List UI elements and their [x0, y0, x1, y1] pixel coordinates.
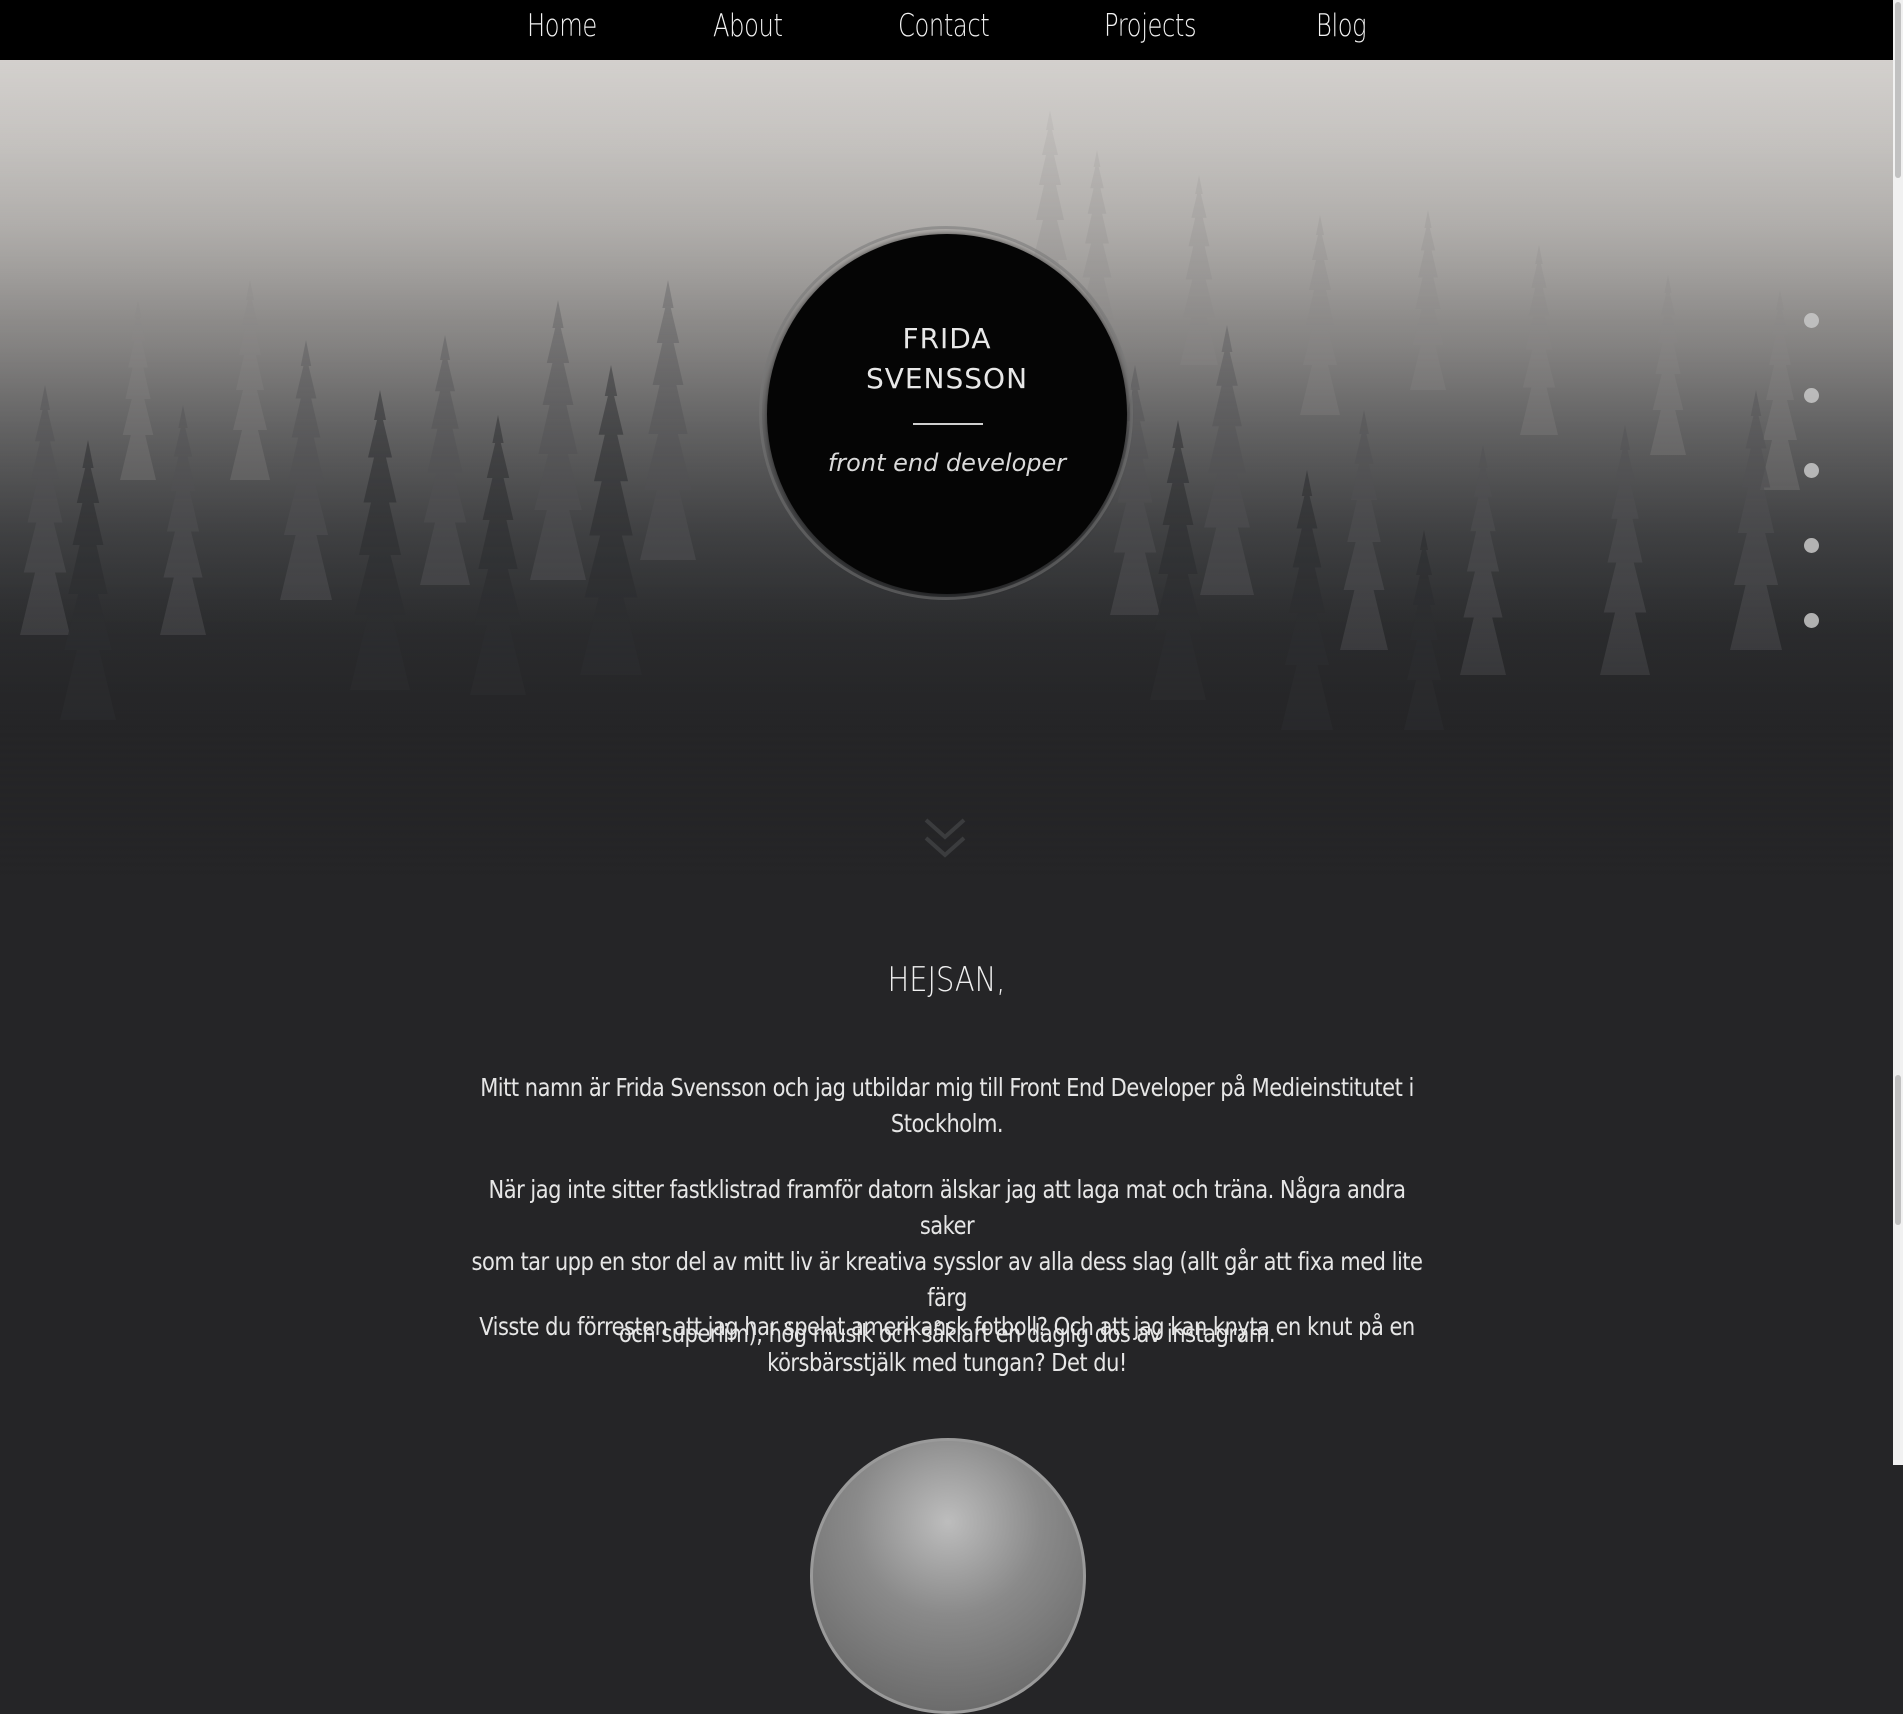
- nav-link-blog[interactable]: Blog: [1316, 6, 1367, 46]
- role-subtitle: front end developer: [827, 449, 1067, 477]
- section-dot-1[interactable]: [1804, 313, 1819, 328]
- nav-link-projects[interactable]: Projects: [1104, 6, 1197, 46]
- intro-heading: HEJSAN,: [887, 960, 1006, 1000]
- last-name: SVENSSON: [865, 362, 1029, 395]
- section-dot-4[interactable]: [1804, 538, 1819, 553]
- name-badge: FRIDA SVENSSON front end developer: [767, 234, 1127, 594]
- section-dot-3[interactable]: [1804, 463, 1819, 478]
- intro-paragraph-3: Visste du förresten att jag har spelat a…: [470, 1309, 1423, 1381]
- section-dot-2[interactable]: [1804, 388, 1819, 403]
- section-dot-5[interactable]: [1804, 613, 1819, 628]
- vertical-scrollbar[interactable]: [1893, 0, 1903, 1465]
- section-dot-navigation: [1804, 313, 1820, 688]
- paragraph-line: Mitt namn är Frida Svensson och jag utbi…: [480, 1073, 1414, 1102]
- nav-link-about[interactable]: About: [713, 6, 783, 46]
- paragraph-line: Visste du förresten att jag har spelat a…: [479, 1312, 1415, 1341]
- nav-link-contact[interactable]: Contact: [898, 6, 990, 46]
- paragraph-line: körsbärsstjälk med tungan? Det du!: [767, 1348, 1127, 1377]
- scrollbar-thumb[interactable]: [1895, 2, 1901, 178]
- nav-link-home[interactable]: Home: [527, 6, 597, 46]
- scrollbar-thumb-secondary[interactable]: [1895, 1075, 1901, 1225]
- profile-photo: [810, 1438, 1086, 1714]
- top-navigation: Home About Contact Projects Blog: [0, 0, 1893, 60]
- intro-paragraph-1: Mitt namn är Frida Svensson och jag utbi…: [470, 1070, 1423, 1142]
- first-name: FRIDA: [902, 322, 992, 355]
- paragraph-line: som tar upp en stor del av mitt liv är k…: [471, 1247, 1423, 1312]
- hero-section: FRIDA SVENSSON front end developer: [0, 60, 1893, 877]
- paragraph-line: När jag inte sitter fastklistrad framför…: [488, 1175, 1406, 1240]
- paragraph-line: Stockholm.: [890, 1109, 1004, 1138]
- chevron-down-icon[interactable]: [922, 816, 968, 862]
- name-divider: [913, 423, 983, 425]
